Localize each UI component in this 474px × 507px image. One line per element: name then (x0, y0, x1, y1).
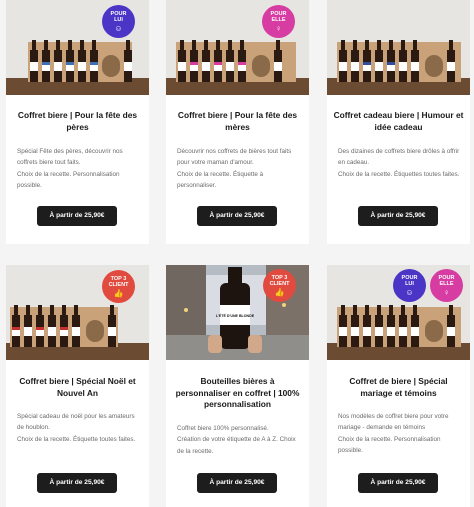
product-card-fete-peres[interactable]: POUR LUI ☺ Coffret biere | Pour la fête … (6, 0, 149, 244)
product-card-personnalisation[interactable]: L'ÉTÉ D'UNE BLONDE TOP 3 CLIENT 👍 Boutei… (166, 265, 309, 507)
male-face-icon: ☺ (114, 24, 123, 34)
price-button[interactable]: À partir de 25,90€ (37, 206, 117, 226)
card-description: Coffret biere 100% personnalisé. Créatio… (177, 425, 296, 455)
male-face-icon: ☺ (405, 288, 414, 298)
product-card-noel[interactable]: TOP 3 CLIENT 👍 Coffret biere | Spécial N… (6, 265, 149, 507)
card-description: Des dizaines de coffrets biere drôles à … (338, 148, 460, 178)
product-photo[interactable] (327, 0, 470, 95)
card-title[interactable]: Bouteilles bières à personnaliser en cof… (172, 376, 303, 411)
price-button[interactable]: À partir de 25,90€ (358, 473, 438, 493)
thumbs-up-icon: 👍 (113, 289, 124, 299)
product-photo[interactable]: POUR ELLE ♀ (166, 0, 309, 95)
female-face-icon: ♀ (275, 24, 282, 34)
badge-pour-elle: POUR ELLE ♀ (262, 5, 295, 38)
product-card-mariage[interactable]: POUR LUI ☺ POUR ELLE ♀ Coffret de biere … (327, 265, 470, 507)
product-photo[interactable]: POUR LUI ☺ POUR ELLE ♀ (327, 265, 470, 360)
badge-pour-elle: POUR ELLE ♀ (430, 269, 463, 302)
badge-pour-lui: POUR LUI ☺ (102, 5, 135, 38)
product-card-humour[interactable]: Coffret cadeau biere | Humour et idée ca… (327, 0, 470, 244)
card-title[interactable]: Coffret biere | Spécial Noël et Nouvel A… (12, 376, 143, 399)
price-button[interactable]: À partir de 25,90€ (358, 206, 438, 226)
product-photo[interactable]: POUR LUI ☺ (6, 0, 149, 95)
card-title[interactable]: Coffret cadeau biere | Humour et idée ca… (333, 110, 464, 133)
badge-top3-client: TOP 3 CLIENT 👍 (263, 269, 296, 302)
bottle-label-text: L'ÉTÉ D'UNE BLONDE (216, 313, 255, 318)
product-photo[interactable]: TOP 3 CLIENT 👍 (6, 265, 149, 360)
product-card-fete-meres[interactable]: POUR ELLE ♀ Coffret biere | Pour la fête… (166, 0, 309, 244)
beer-box-image (327, 0, 470, 95)
badge-top3-client: TOP 3 CLIENT 👍 (102, 270, 135, 303)
card-description: Spécial cadeau de noël pour les amateurs… (17, 413, 136, 443)
product-photo[interactable]: L'ÉTÉ D'UNE BLONDE TOP 3 CLIENT 👍 (166, 265, 309, 360)
card-description: Découvrir nos coffrets de bières tout fa… (177, 148, 292, 190)
card-title[interactable]: Coffret biere | Pour la fête des pères (12, 110, 143, 133)
card-title[interactable]: Coffret de biere | Spécial mariage et té… (333, 376, 464, 399)
card-description: Nos modèles de coffret biere pour votre … (338, 413, 449, 455)
card-description: Spécial Fête des pères, découvrir nos co… (17, 148, 123, 190)
female-face-icon: ♀ (443, 288, 450, 298)
price-button[interactable]: À partir de 25,90€ (197, 473, 277, 493)
price-button[interactable]: À partir de 25,90€ (37, 473, 117, 493)
thumbs-up-icon: 👍 (274, 288, 285, 298)
card-title[interactable]: Coffret biere | Pour la fête des mères (172, 110, 303, 133)
badge-pour-lui: POUR LUI ☺ (393, 269, 426, 302)
price-button[interactable]: À partir de 25,90€ (197, 206, 277, 226)
